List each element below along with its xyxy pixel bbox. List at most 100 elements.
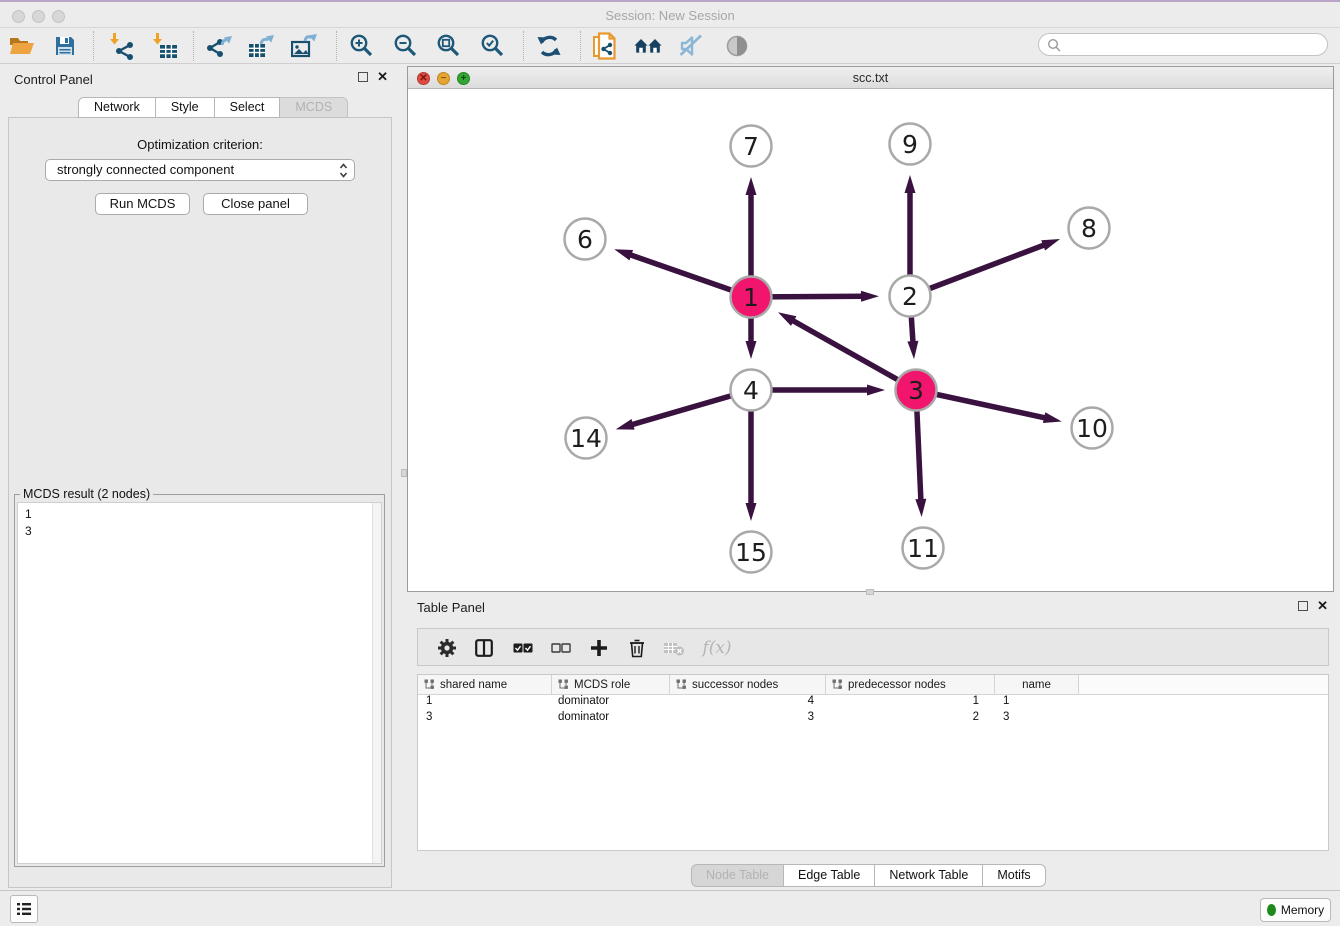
- list-icon: [16, 902, 32, 916]
- graph-edge-arrowhead: [746, 177, 757, 195]
- tab-node-table[interactable]: Node Table: [691, 864, 784, 887]
- graph-node-label: 14: [570, 424, 602, 453]
- dropdown-arrows-icon: [339, 163, 348, 184]
- graph-edge-arrowhead: [861, 291, 879, 302]
- tab-motifs[interactable]: Motifs: [983, 864, 1045, 887]
- open-session-icon[interactable]: [8, 32, 36, 60]
- run-mcds-button[interactable]: Run MCDS: [95, 193, 190, 215]
- mcds-result-group: MCDS result (2 nodes) 1 3: [14, 494, 385, 867]
- tab-style[interactable]: Style: [156, 97, 215, 118]
- graph-edge-arrowhead: [915, 499, 926, 517]
- memory-button[interactable]: Memory: [1260, 898, 1331, 922]
- tab-edge-table[interactable]: Edge Table: [784, 864, 875, 887]
- graph-edge-arrowhead: [1041, 239, 1060, 251]
- import-network-icon[interactable]: [108, 32, 136, 60]
- float-table-panel-icon[interactable]: [1298, 601, 1308, 611]
- zoom-out-icon[interactable]: [392, 32, 420, 60]
- network-canvas[interactable]: 7968124314101511: [408, 89, 1333, 591]
- contrast-sphere-icon[interactable]: [723, 32, 751, 60]
- table-cell: 4: [670, 695, 826, 711]
- control-panel-tabs: Network Style Select MCDS: [78, 97, 348, 118]
- muted-speaker-icon[interactable]: [678, 32, 706, 60]
- function-builder-icon: f(x): [699, 636, 735, 660]
- table-toolbar: f(x): [417, 628, 1329, 666]
- search-input[interactable]: [1038, 33, 1328, 56]
- window-titlebar: Session: New Session: [0, 0, 1340, 28]
- close-panel-icon[interactable]: ✕: [377, 72, 388, 82]
- graph-edge-arrowhead: [746, 503, 757, 521]
- column-header-shared-name[interactable]: shared name: [418, 675, 552, 694]
- table-cell: 3: [995, 711, 1079, 727]
- graph-edge-arrowhead: [905, 175, 916, 193]
- mcds-result-title: MCDS result (2 nodes): [20, 487, 153, 501]
- close-table-panel-icon[interactable]: ✕: [1317, 601, 1328, 611]
- column-visibility-icon[interactable]: [472, 636, 496, 660]
- network-window-titlebar: ✕ − + scc.txt: [408, 67, 1333, 89]
- graph-node-label: 11: [907, 534, 939, 563]
- column-header-successor-nodes[interactable]: successor nodes: [670, 675, 826, 694]
- deselect-all-icon[interactable]: [549, 636, 573, 660]
- graph-node-label: 1: [743, 283, 759, 312]
- table-cell: 3: [670, 711, 826, 727]
- import-table-icon[interactable]: [151, 32, 179, 60]
- graph-node-label: 7: [743, 132, 759, 161]
- toolbar-separator: [93, 31, 94, 61]
- toolbar-separator: [580, 31, 581, 61]
- export-network-icon[interactable]: [206, 32, 234, 60]
- column-header-predecessor-nodes[interactable]: predecessor nodes: [826, 675, 995, 694]
- toolbar-separator: [523, 31, 524, 61]
- zoom-selected-icon[interactable]: [479, 32, 507, 60]
- table-row[interactable]: 1dominator411: [418, 695, 1328, 711]
- graph-node-label: 8: [1081, 214, 1097, 243]
- graph-node-label: 2: [902, 282, 918, 311]
- optimization-criterion-select[interactable]: strongly connected component: [45, 159, 355, 181]
- float-panel-icon[interactable]: [358, 72, 368, 82]
- application-window: Session: New Session: [0, 0, 1340, 926]
- tab-select[interactable]: Select: [215, 97, 281, 118]
- table-tabs: Node Table Edge Table Network Table Moti…: [691, 864, 1046, 887]
- save-session-icon[interactable]: [51, 32, 79, 60]
- zoom-fit-icon[interactable]: [435, 32, 463, 60]
- network-view-window: ✕ − + scc.txt 7968124314101511: [407, 66, 1334, 592]
- table-settings-gear-icon[interactable]: [435, 636, 459, 660]
- task-history-button[interactable]: [10, 895, 38, 923]
- splitter-grip-vertical[interactable]: [401, 469, 407, 477]
- result-scrollbar[interactable]: [372, 503, 381, 863]
- table-cell: 2: [826, 711, 995, 727]
- graph-edge-arrowhead: [867, 385, 885, 396]
- add-column-icon[interactable]: [587, 636, 611, 660]
- graph-node-label: 9: [902, 130, 918, 159]
- apply-layout-icon[interactable]: [535, 32, 563, 60]
- table-header: shared name MCDS role successor nodes pr…: [418, 675, 1328, 695]
- main-toolbar: [0, 28, 1340, 64]
- export-table-icon[interactable]: [248, 32, 276, 60]
- graph-edge-arrowhead: [907, 341, 918, 359]
- column-header-mcds-role[interactable]: MCDS role: [552, 675, 670, 694]
- column-header-filler: [1079, 675, 1328, 694]
- table-row[interactable]: 3dominator323: [418, 711, 1328, 727]
- zoom-in-icon[interactable]: [348, 32, 376, 60]
- double-home-icon[interactable]: [634, 32, 662, 60]
- mcds-result-list[interactable]: 1 3: [17, 502, 382, 864]
- table-body: 1dominator4113dominator323: [418, 695, 1328, 727]
- delete-column-trash-icon[interactable]: [625, 636, 649, 660]
- table-cell: 3: [418, 711, 552, 727]
- table-panel-title: Table Panel: [417, 600, 485, 615]
- tab-mcds[interactable]: MCDS: [280, 97, 348, 118]
- export-image-icon[interactable]: [291, 32, 319, 60]
- toolbar-separator: [336, 31, 337, 61]
- network-graph[interactable]: 7968124314101511: [408, 89, 1333, 591]
- table-cell: 1: [418, 695, 552, 711]
- column-header-name[interactable]: name: [995, 675, 1079, 694]
- tab-network[interactable]: Network: [78, 97, 156, 118]
- graph-edge-arrowhead: [746, 341, 757, 359]
- graph-node-label: 6: [577, 225, 593, 254]
- graph-edge-arrowhead: [1043, 412, 1062, 423]
- control-panel: Control Panel ✕ Network Style Select MCD…: [0, 64, 400, 890]
- close-panel-button[interactable]: Close panel: [203, 193, 308, 215]
- tab-network-table[interactable]: Network Table: [875, 864, 983, 887]
- graph-edge[interactable]: [910, 244, 1046, 296]
- select-all-icon[interactable]: [511, 636, 535, 660]
- optimization-criterion-label: Optimization criterion:: [9, 137, 391, 152]
- network-file-share-icon[interactable]: [591, 32, 619, 60]
